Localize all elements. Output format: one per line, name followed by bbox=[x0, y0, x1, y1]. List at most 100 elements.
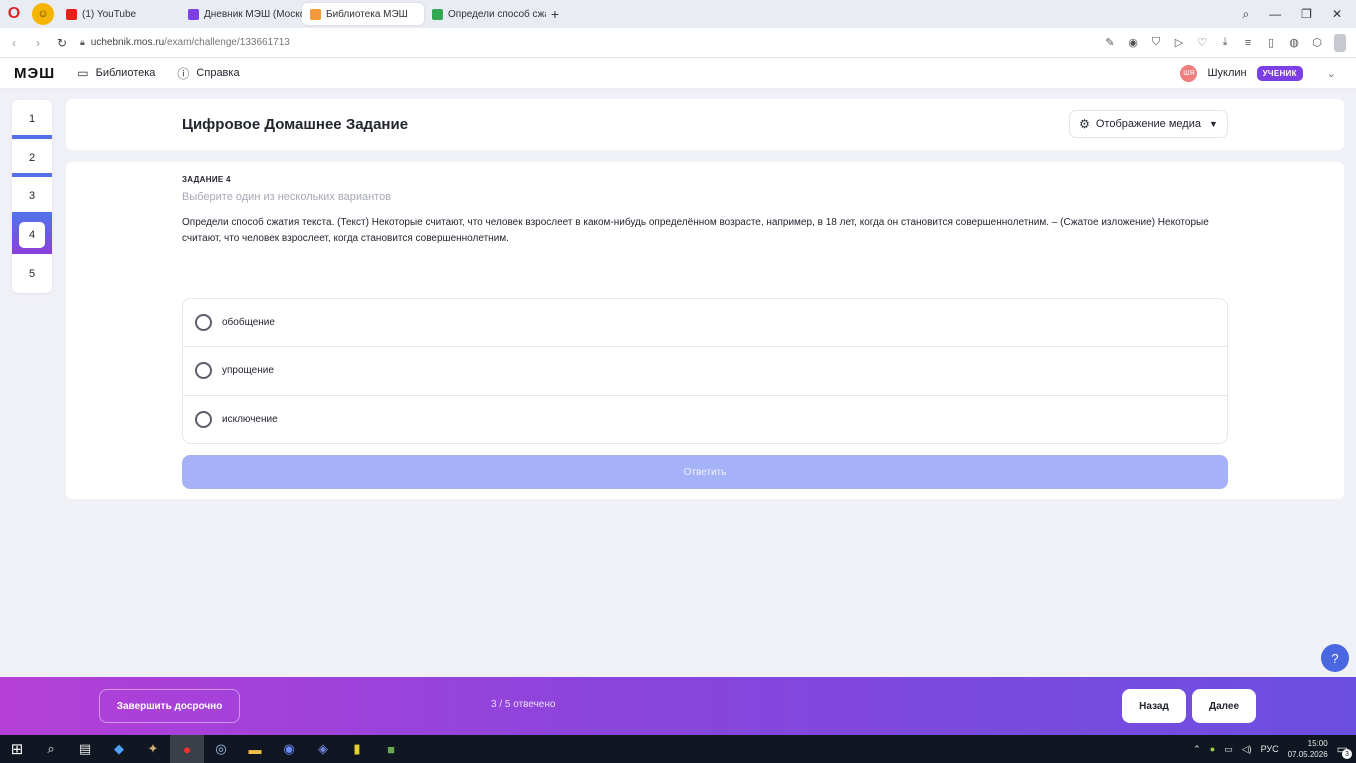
edit-icon[interactable]: ✎ bbox=[1104, 36, 1116, 49]
heart-icon[interactable]: ♡ bbox=[1196, 36, 1208, 49]
role-badge: УЧЕНИК bbox=[1256, 65, 1303, 81]
question-number: 1 bbox=[28, 113, 36, 126]
youtube-icon bbox=[66, 8, 77, 20]
help-label: Справка bbox=[196, 67, 240, 79]
mesh-logo[interactable]: МЭШ bbox=[14, 65, 55, 82]
network-icon[interactable]: ▭ bbox=[1224, 744, 1233, 755]
forward-arrow-icon[interactable]: › bbox=[26, 36, 50, 50]
radio-button[interactable] bbox=[195, 411, 212, 429]
avatar: ШЯ bbox=[1180, 64, 1198, 82]
app-icon[interactable]: ◆ bbox=[102, 735, 136, 763]
bottom-action-bar: Завершить досрочно 3 / 5 отвечено Назад … bbox=[0, 677, 1356, 735]
task-view-icon[interactable]: ▤ bbox=[68, 735, 102, 763]
back-arrow-icon[interactable]: ‹ bbox=[2, 36, 26, 50]
minecraft-icon[interactable]: ■ bbox=[374, 735, 408, 763]
user-name: Шуклин bbox=[1207, 67, 1247, 79]
notification-icon[interactable]: ▭ 3 bbox=[1337, 742, 1352, 759]
url-path: /exam/challenge/133661713 bbox=[164, 37, 290, 48]
tab-label: Библиотека МЭШ bbox=[326, 8, 408, 20]
notification-count: 3 bbox=[1342, 749, 1352, 759]
restore-icon[interactable]: ❐ bbox=[1301, 7, 1312, 21]
game-icon[interactable]: ✦ bbox=[136, 735, 170, 763]
scrollbar-thumb[interactable] bbox=[1334, 33, 1346, 52]
question-nav-item-4[interactable]: 4 bbox=[12, 215, 52, 255]
opera-browser-icon[interactable]: ● bbox=[170, 735, 204, 763]
tab-youtube[interactable]: (1) YouTube bbox=[58, 3, 180, 25]
download-icon[interactable]: ⤓ bbox=[1219, 36, 1231, 49]
clock[interactable]: 15:00 07.05.2026 bbox=[1288, 738, 1328, 760]
title-card: Цифровое Домашнее Задание ⚙ Отображение … bbox=[66, 99, 1344, 150]
tab-label: Дневник МЭШ (Москов bbox=[204, 8, 302, 20]
option-label: упрощение bbox=[222, 365, 274, 377]
answer-option[interactable]: обобщение bbox=[183, 299, 1227, 348]
answer-options: обобщение упрощение исключение bbox=[182, 298, 1228, 444]
question-navigator: 1 2 3 4 5 bbox=[12, 100, 52, 293]
new-tab-button[interactable]: + bbox=[546, 6, 564, 22]
clock-date: 07.05.2026 bbox=[1287, 750, 1328, 759]
finish-early-button[interactable]: Завершить досрочно bbox=[99, 689, 240, 723]
question-number: 5 bbox=[28, 267, 36, 280]
wallet-icon[interactable]: ▯ bbox=[1265, 36, 1277, 49]
dnevnik-icon bbox=[188, 8, 199, 20]
language-indicator[interactable]: РУС bbox=[1261, 744, 1279, 754]
discord-icon[interactable]: ◈ bbox=[306, 735, 340, 763]
app-yellow-icon[interactable]: ▮ bbox=[340, 735, 374, 763]
windows-taskbar: ⊞ ⌕ ▤ ◆ ✦ ● ◎ ▬ ◉ ◈ ▮ ■ ⌃ ● ▭ ◁) РУС 15:… bbox=[0, 735, 1356, 763]
library-link[interactable]: ▭ Библиотека bbox=[77, 66, 155, 80]
file-explorer-icon[interactable]: ▬ bbox=[238, 735, 272, 763]
radio-button[interactable] bbox=[195, 362, 212, 380]
media-display-label: Отображение медиа bbox=[1095, 118, 1201, 130]
profile-avatar-icon[interactable]: ☺ bbox=[32, 3, 54, 25]
radio-button[interactable] bbox=[195, 314, 212, 332]
shield-icon[interactable]: ⛉ bbox=[1150, 36, 1162, 49]
volume-icon[interactable]: ◁) bbox=[1242, 744, 1252, 755]
answer-button[interactable]: Ответить bbox=[182, 455, 1228, 489]
steam-icon[interactable]: ◎ bbox=[204, 735, 238, 763]
question-number: 4 bbox=[19, 222, 45, 249]
help-fab-button[interactable]: ? bbox=[1321, 644, 1349, 672]
play-icon[interactable]: ▷ bbox=[1173, 36, 1185, 49]
site-header: МЭШ ▭ Библиотека ⓘ Справка ШЯ Шуклин УЧЕ… bbox=[0, 58, 1356, 89]
reload-icon[interactable]: ↻ bbox=[50, 36, 74, 50]
url-host: uchebnik.mos.ru bbox=[90, 37, 165, 48]
minimize-icon[interactable]: — bbox=[1269, 7, 1281, 21]
clock-time: 15:00 bbox=[1307, 739, 1328, 748]
option-label: исключение bbox=[222, 414, 278, 426]
tab-dnevnik[interactable]: Дневник МЭШ (Москов bbox=[180, 3, 302, 25]
library-label: Библиотека bbox=[95, 67, 156, 79]
opera-logo-icon[interactable]: O bbox=[0, 0, 28, 28]
search-icon[interactable]: ⌕ bbox=[34, 735, 68, 763]
answer-option[interactable]: исключение bbox=[183, 396, 1227, 443]
question-nav-item-5[interactable]: 5 bbox=[12, 254, 52, 293]
search-tabs-icon[interactable]: ⌕ bbox=[1242, 7, 1249, 22]
url-field[interactable]: 🔒︎ uchebnik.mos.ru/exam/challenge/133661… bbox=[80, 37, 290, 48]
next-button[interactable]: Далее bbox=[1192, 689, 1256, 723]
camera-icon[interactable]: ◉ bbox=[1127, 36, 1139, 49]
extension-icon[interactable]: ◍ bbox=[1288, 36, 1300, 49]
gear-icon: ⚙ bbox=[1079, 117, 1090, 131]
cube-icon[interactable]: ⬡ bbox=[1311, 36, 1323, 49]
tab-task[interactable]: Определи способ сжати bbox=[424, 3, 546, 25]
close-icon[interactable]: ✕ bbox=[1332, 7, 1342, 21]
question-nav-item-1[interactable]: 1 bbox=[12, 100, 52, 139]
user-menu[interactable]: ШЯ Шуклин УЧЕНИК ⌄ bbox=[1180, 64, 1356, 82]
tab-biblioteka[interactable]: Библиотека МЭШ bbox=[302, 3, 424, 25]
help-link[interactable]: ⓘ Справка bbox=[177, 65, 239, 82]
media-display-button[interactable]: ⚙ Отображение медиа ▼ bbox=[1069, 110, 1228, 138]
tab-label: Определи способ сжати bbox=[448, 8, 546, 20]
tray-app-icon[interactable]: ● bbox=[1210, 744, 1215, 754]
question-number: 3 bbox=[28, 190, 36, 203]
question-nav-item-2[interactable]: 2 bbox=[12, 139, 52, 178]
chevron-down-icon[interactable]: ⌄ bbox=[1327, 67, 1336, 80]
book-icon: ▭ bbox=[77, 66, 89, 80]
menu-icon[interactable]: ≡ bbox=[1242, 37, 1254, 49]
task-hint: Выберите один из нескольких вариантов bbox=[182, 191, 392, 203]
back-button[interactable]: Назад bbox=[1122, 689, 1186, 723]
chat-app-icon[interactable]: ◉ bbox=[272, 735, 306, 763]
question-number: 2 bbox=[28, 151, 36, 164]
question-nav-item-3[interactable]: 3 bbox=[12, 177, 52, 216]
task-text: Определи способ сжатия текста. (Текст) Н… bbox=[182, 217, 1209, 244]
windows-start-icon[interactable]: ⊞ bbox=[0, 735, 34, 763]
answer-option[interactable]: упрощение bbox=[183, 347, 1227, 396]
chevron-up-icon[interactable]: ⌃ bbox=[1193, 744, 1201, 755]
